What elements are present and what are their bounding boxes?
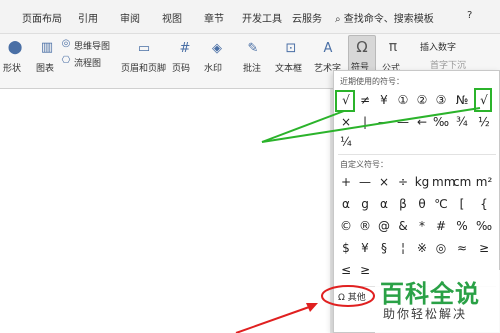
symbol-custom-1-1[interactable]: g (356, 197, 374, 211)
tab-page-layout[interactable]: 页面布局 (22, 10, 62, 25)
symbol-recent-14[interactable]: ‰ (432, 115, 450, 129)
tab-developer[interactable]: 开发工具 (242, 10, 282, 25)
symbol-custom-0-5[interactable]: mm (432, 175, 455, 189)
symbol-custom-1-7[interactable]: { (475, 197, 493, 211)
symbol-recent-3[interactable]: ¥ (375, 93, 393, 107)
search-icon: ⌕ (335, 14, 341, 25)
symbol-custom-2-1[interactable]: ® (356, 219, 374, 233)
search-commands[interactable]: ⌕ 查找命令、搜索模板 (335, 10, 434, 25)
menu-bar: 页面布局 引用 审阅 视图 章节 开发工具 云服务 ⌕ 查找命令、搜索模板 ? (0, 0, 500, 34)
symbol-custom-0-4[interactable]: kg (413, 175, 431, 189)
symbol-recent-7[interactable]: № (453, 93, 471, 107)
tab-review[interactable]: 审阅 (120, 10, 140, 25)
comment-button[interactable]: 批注 (243, 61, 261, 74)
symbol-custom-3-4[interactable]: ※ (413, 241, 431, 255)
symbol-custom-3-2[interactable]: § (375, 241, 393, 255)
symbol-custom-0-6[interactable]: cm (453, 175, 471, 189)
highlight-recent-first (335, 90, 355, 112)
mindmap-button[interactable]: 思维导图 (74, 39, 110, 52)
tab-view[interactable]: 视图 (162, 10, 182, 25)
symbol-custom-0-7[interactable]: m² (475, 175, 493, 189)
formula-icon: π (388, 39, 398, 55)
textbox-icon: ⊡ (285, 40, 297, 56)
symbol-custom-3-6[interactable]: ≈ (453, 241, 471, 255)
symbol-recent-9[interactable]: × (337, 115, 355, 129)
symbol-recent-13[interactable]: ← (413, 115, 431, 129)
symbol-custom-3-5[interactable]: ◎ (432, 241, 450, 255)
symbol-recent-5[interactable]: ② (413, 93, 431, 107)
shape-icon: ⬤ (7, 39, 23, 55)
symbol-recent-17[interactable]: ¼ (337, 135, 355, 149)
comment-icon: ✎ (247, 40, 259, 56)
symbol-recent-12[interactable]: — (394, 115, 412, 129)
tab-cloud[interactable]: 云服务 (292, 10, 322, 25)
custom-symbols-label: 自定义符号： (340, 160, 388, 169)
flowchart-button[interactable]: 流程图 (74, 56, 101, 69)
symbol-custom-0-0[interactable]: + (337, 175, 355, 189)
tab-section[interactable]: 章节 (204, 10, 224, 25)
mindmap-icon: ◎ (61, 37, 71, 49)
symbol-recent-6[interactable]: ③ (432, 93, 450, 107)
document-page[interactable] (0, 89, 330, 333)
search-label: 查找命令、搜索模板 (343, 14, 434, 25)
symbol-custom-3-3[interactable]: ¦ (394, 241, 412, 255)
symbol-custom-1-4[interactable]: θ (413, 197, 431, 211)
symbol-recent-4[interactable]: ① (394, 93, 412, 107)
header-footer-icon: ▭ (137, 40, 151, 56)
symbol-custom-1-2[interactable]: α (375, 197, 393, 211)
watermark-icon: ◈ (212, 40, 222, 56)
symbol-custom-1-3[interactable]: β (394, 197, 412, 211)
panel-divider (338, 154, 496, 155)
watermark-subtitle: 助你轻松解决 (383, 307, 468, 321)
watermark-title: 百科全说 (380, 280, 480, 308)
symbol-custom-2-7[interactable]: ‰ (475, 219, 493, 233)
symbol-recent-11[interactable]: — (375, 115, 393, 129)
recent-symbols-label: 近期使用的符号： (340, 77, 404, 86)
symbol-custom-1-6[interactable]: [ (453, 197, 471, 211)
symbol-custom-2-4[interactable]: * (413, 219, 431, 233)
symbol-recent-10[interactable]: | (356, 115, 374, 129)
symbol-custom-4-0[interactable]: ≤ (337, 263, 355, 277)
symbol-custom-1-0[interactable]: α (337, 197, 355, 211)
symbol-custom-2-3[interactable]: & (394, 219, 412, 233)
chart-button[interactable]: 图表 (36, 61, 54, 74)
symbol-custom-0-2[interactable]: × (375, 175, 393, 189)
symbol-custom-1-5[interactable]: ℃ (432, 197, 450, 211)
symbol-custom-3-7[interactable]: ≥ (475, 241, 493, 255)
omega-small-icon: Ω (338, 293, 345, 303)
symbol-custom-3-0[interactable]: $ (337, 241, 355, 255)
symbol-custom-2-6[interactable]: % (453, 219, 471, 233)
shape-button[interactable]: 形状 (3, 61, 21, 74)
symbol-custom-0-1[interactable]: — (356, 175, 374, 189)
symbol-custom-2-5[interactable]: # (432, 219, 450, 233)
symbol-custom-0-3[interactable]: ÷ (394, 175, 412, 189)
insert-number-button[interactable]: 插入数字 (420, 40, 456, 53)
highlight-recent-last (474, 88, 492, 112)
watermark-button[interactable]: 水印 (204, 61, 222, 74)
omega-icon: Ω (356, 38, 368, 56)
page-number-icon: # (179, 40, 191, 56)
wordart-icon: A (323, 40, 333, 56)
textbox-button[interactable]: 文本框 (275, 61, 302, 74)
flowchart-icon: ⎔ (61, 54, 71, 66)
symbol-custom-4-1[interactable]: ≥ (356, 263, 374, 277)
symbol-custom-3-1[interactable]: ¥ (356, 241, 374, 255)
more-symbols-label: 其他 (347, 293, 366, 303)
symbol-recent-15[interactable]: ¾ (453, 115, 471, 129)
symbol-custom-2-2[interactable]: @ (375, 219, 393, 233)
tab-references[interactable]: 引用 (78, 10, 98, 25)
header-footer-button[interactable]: 页眉和页脚 (121, 61, 166, 74)
help-button[interactable]: ? (467, 10, 472, 21)
more-symbols-button[interactable]: Ω 其他 (338, 290, 366, 303)
symbol-recent-16[interactable]: ½ (475, 115, 493, 129)
symbol-custom-2-0[interactable]: © (337, 219, 355, 233)
symbol-button[interactable]: Ω 符号 (348, 35, 376, 73)
chart-icon: ▥ (40, 39, 54, 55)
symbol-recent-2[interactable]: ≠ (356, 93, 374, 107)
page-number-button[interactable]: 页码 (172, 61, 190, 74)
